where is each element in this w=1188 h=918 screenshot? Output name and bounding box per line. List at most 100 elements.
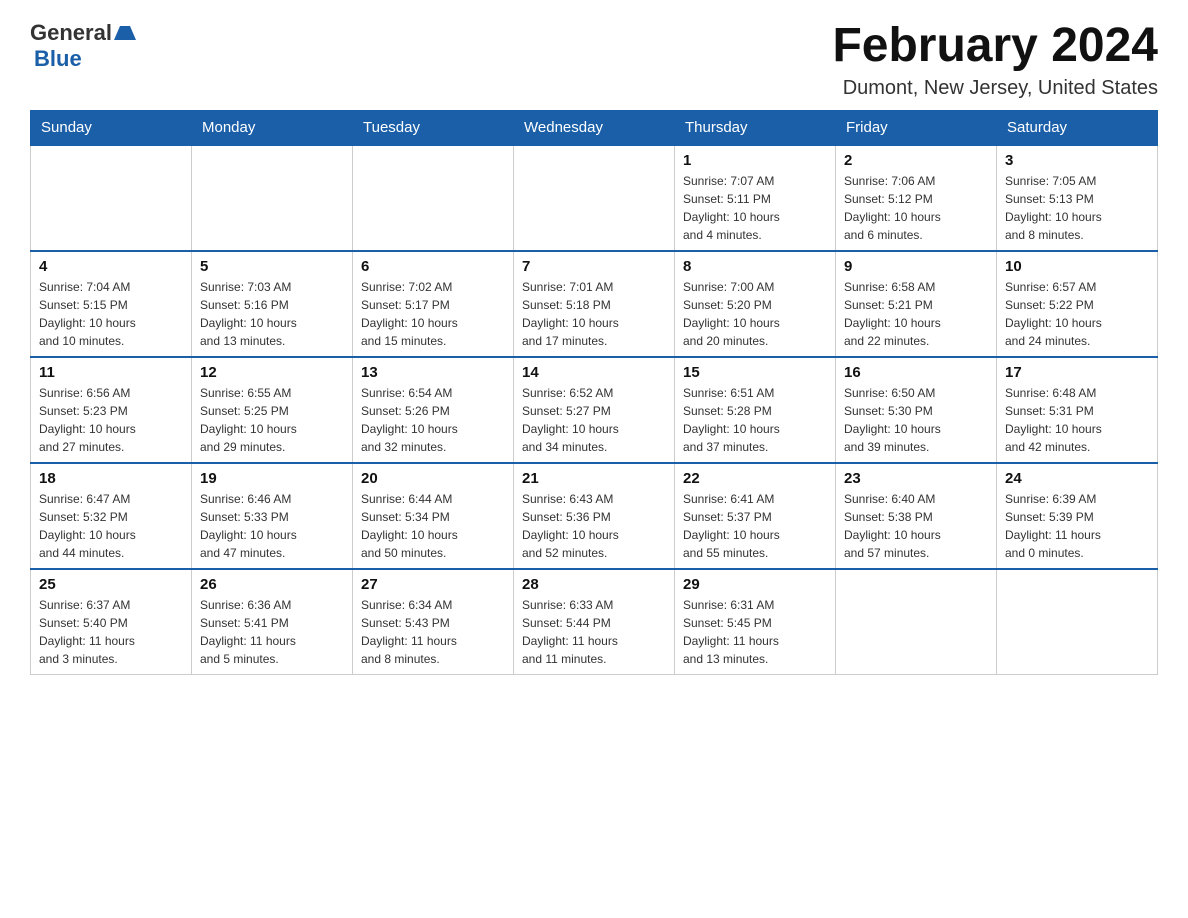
day-number: 7	[522, 258, 666, 275]
calendar-cell: 16 Sunrise: 6:50 AM Sunset: 5:30 PM Dayli…	[836, 357, 997, 463]
day-number: 27	[361, 576, 505, 593]
week-row-5: 25 Sunrise: 6:37 AM Sunset: 5:40 PM Dayli…	[31, 569, 1158, 675]
calendar-cell: 19 Sunrise: 6:46 AM Sunset: 5:33 PM Dayli…	[192, 463, 353, 569]
week-row-2: 4Sunrise: 7:04 AM Sunset: 5:15 PM Daylig…	[31, 251, 1158, 357]
calendar-cell: 3 Sunrise: 7:05 AM Sunset: 5:13 PM Daylig…	[997, 145, 1158, 251]
calendar-cell: 8Sunrise: 7:00 AM Sunset: 5:20 PM Daylig…	[675, 251, 836, 357]
day-number: 3	[1005, 152, 1149, 169]
day-number: 17	[1005, 364, 1149, 381]
day-number: 10	[1005, 258, 1149, 275]
day-info: Sunrise: 6:34 AM Sunset: 5:43 PM Dayligh…	[361, 596, 505, 668]
day-info: Sunrise: 7:04 AM Sunset: 5:15 PM Dayligh…	[39, 278, 183, 350]
day-number: 5	[200, 258, 344, 275]
calendar-table: SundayMondayTuesdayWednesdayThursdayFrid…	[30, 110, 1158, 675]
day-number: 22	[683, 470, 827, 487]
calendar-cell: 10 Sunrise: 6:57 AM Sunset: 5:22 PM Dayli…	[997, 251, 1158, 357]
day-number: 1	[683, 152, 827, 169]
day-info: Sunrise: 7:06 AM Sunset: 5:12 PM Dayligh…	[844, 172, 988, 244]
day-info: Sunrise: 6:39 AM Sunset: 5:39 PM Dayligh…	[1005, 490, 1149, 562]
day-info: Sunrise: 7:00 AM Sunset: 5:20 PM Dayligh…	[683, 278, 827, 350]
day-number: 18	[39, 470, 183, 487]
day-info: Sunrise: 6:55 AM Sunset: 5:25 PM Dayligh…	[200, 384, 344, 456]
week-row-1: 1 Sunrise: 7:07 AM Sunset: 5:11 PM Daylig…	[31, 145, 1158, 251]
weekday-header-row: SundayMondayTuesdayWednesdayThursdayFrid…	[31, 110, 1158, 145]
day-info: Sunrise: 7:03 AM Sunset: 5:16 PM Dayligh…	[200, 278, 344, 350]
calendar-cell: 4Sunrise: 7:04 AM Sunset: 5:15 PM Daylig…	[31, 251, 192, 357]
weekday-header-thursday: Thursday	[675, 110, 836, 145]
day-info: Sunrise: 6:48 AM Sunset: 5:31 PM Dayligh…	[1005, 384, 1149, 456]
calendar-cell: 5 Sunrise: 7:03 AM Sunset: 5:16 PM Daylig…	[192, 251, 353, 357]
day-number: 9	[844, 258, 988, 275]
day-info: Sunrise: 6:58 AM Sunset: 5:21 PM Dayligh…	[844, 278, 988, 350]
day-info: Sunrise: 6:33 AM Sunset: 5:44 PM Dayligh…	[522, 596, 666, 668]
day-info: Sunrise: 6:36 AM Sunset: 5:41 PM Dayligh…	[200, 596, 344, 668]
day-info: Sunrise: 6:52 AM Sunset: 5:27 PM Dayligh…	[522, 384, 666, 456]
location-title: Dumont, New Jersey, United States	[832, 77, 1158, 100]
day-number: 25	[39, 576, 183, 593]
weekday-header-sunday: Sunday	[31, 110, 192, 145]
calendar-cell: 11 Sunrise: 6:56 AM Sunset: 5:23 PM Dayli…	[31, 357, 192, 463]
day-number: 16	[844, 364, 988, 381]
calendar-cell: 1 Sunrise: 7:07 AM Sunset: 5:11 PM Daylig…	[675, 145, 836, 251]
day-number: 26	[200, 576, 344, 593]
calendar-cell: 14Sunrise: 6:52 AM Sunset: 5:27 PM Dayli…	[514, 357, 675, 463]
logo: General Blue	[30, 20, 136, 72]
day-number: 15	[683, 364, 827, 381]
calendar-cell	[997, 569, 1158, 675]
calendar-cell: 28 Sunrise: 6:33 AM Sunset: 5:44 PM Dayli…	[514, 569, 675, 675]
week-row-4: 18 Sunrise: 6:47 AM Sunset: 5:32 PM Dayli…	[31, 463, 1158, 569]
day-info: Sunrise: 6:50 AM Sunset: 5:30 PM Dayligh…	[844, 384, 988, 456]
calendar-cell: 22Sunrise: 6:41 AM Sunset: 5:37 PM Dayli…	[675, 463, 836, 569]
day-info: Sunrise: 7:07 AM Sunset: 5:11 PM Dayligh…	[683, 172, 827, 244]
weekday-header-tuesday: Tuesday	[353, 110, 514, 145]
day-number: 12	[200, 364, 344, 381]
day-info: Sunrise: 7:01 AM Sunset: 5:18 PM Dayligh…	[522, 278, 666, 350]
calendar-cell: 13 Sunrise: 6:54 AM Sunset: 5:26 PM Dayli…	[353, 357, 514, 463]
calendar-cell: 25 Sunrise: 6:37 AM Sunset: 5:40 PM Dayli…	[31, 569, 192, 675]
calendar-cell: 26 Sunrise: 6:36 AM Sunset: 5:41 PM Dayli…	[192, 569, 353, 675]
calendar-cell: 9 Sunrise: 6:58 AM Sunset: 5:21 PM Daylig…	[836, 251, 997, 357]
day-number: 19	[200, 470, 344, 487]
day-info: Sunrise: 7:05 AM Sunset: 5:13 PM Dayligh…	[1005, 172, 1149, 244]
calendar-cell: 17 Sunrise: 6:48 AM Sunset: 5:31 PM Dayli…	[997, 357, 1158, 463]
day-number: 2	[844, 152, 988, 169]
day-info: Sunrise: 6:40 AM Sunset: 5:38 PM Dayligh…	[844, 490, 988, 562]
weekday-header-wednesday: Wednesday	[514, 110, 675, 145]
title-area: February 2024 Dumont, New Jersey, United…	[832, 20, 1158, 100]
day-number: 28	[522, 576, 666, 593]
day-info: Sunrise: 6:56 AM Sunset: 5:23 PM Dayligh…	[39, 384, 183, 456]
calendar-cell	[31, 145, 192, 251]
logo-general-text: General	[30, 20, 112, 46]
day-number: 29	[683, 576, 827, 593]
day-info: Sunrise: 6:54 AM Sunset: 5:26 PM Dayligh…	[361, 384, 505, 456]
calendar-cell: 23 Sunrise: 6:40 AM Sunset: 5:38 PM Dayli…	[836, 463, 997, 569]
logo-blue-text: Blue	[34, 46, 82, 72]
weekday-header-friday: Friday	[836, 110, 997, 145]
month-title: February 2024	[832, 20, 1158, 73]
calendar-cell: 15Sunrise: 6:51 AM Sunset: 5:28 PM Dayli…	[675, 357, 836, 463]
week-row-3: 11 Sunrise: 6:56 AM Sunset: 5:23 PM Dayli…	[31, 357, 1158, 463]
calendar-cell	[353, 145, 514, 251]
calendar-cell: 29 Sunrise: 6:31 AM Sunset: 5:45 PM Dayli…	[675, 569, 836, 675]
calendar-cell	[836, 569, 997, 675]
day-info: Sunrise: 6:47 AM Sunset: 5:32 PM Dayligh…	[39, 490, 183, 562]
day-number: 11	[39, 364, 183, 381]
calendar-cell	[514, 145, 675, 251]
day-info: Sunrise: 6:31 AM Sunset: 5:45 PM Dayligh…	[683, 596, 827, 668]
day-number: 13	[361, 364, 505, 381]
day-info: Sunrise: 6:43 AM Sunset: 5:36 PM Dayligh…	[522, 490, 666, 562]
calendar-cell: 7 Sunrise: 7:01 AM Sunset: 5:18 PM Daylig…	[514, 251, 675, 357]
day-info: Sunrise: 6:57 AM Sunset: 5:22 PM Dayligh…	[1005, 278, 1149, 350]
calendar-cell: 20Sunrise: 6:44 AM Sunset: 5:34 PM Dayli…	[353, 463, 514, 569]
day-number: 21	[522, 470, 666, 487]
day-number: 6	[361, 258, 505, 275]
calendar-cell: 27 Sunrise: 6:34 AM Sunset: 5:43 PM Dayli…	[353, 569, 514, 675]
day-info: Sunrise: 6:44 AM Sunset: 5:34 PM Dayligh…	[361, 490, 505, 562]
day-number: 23	[844, 470, 988, 487]
calendar-cell: 18 Sunrise: 6:47 AM Sunset: 5:32 PM Dayli…	[31, 463, 192, 569]
day-info: Sunrise: 6:37 AM Sunset: 5:40 PM Dayligh…	[39, 596, 183, 668]
day-number: 24	[1005, 470, 1149, 487]
day-info: Sunrise: 6:46 AM Sunset: 5:33 PM Dayligh…	[200, 490, 344, 562]
logo-triangle-icon	[114, 22, 136, 44]
calendar-cell: 24 Sunrise: 6:39 AM Sunset: 5:39 PM Dayli…	[997, 463, 1158, 569]
